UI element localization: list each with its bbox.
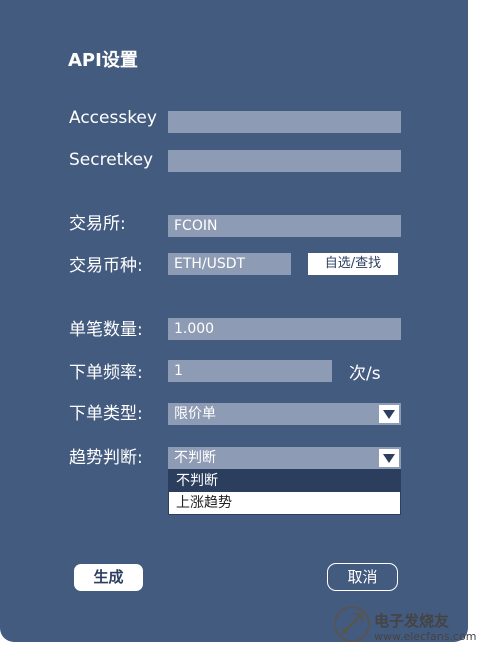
watermark-brand: 电子发烧友: [374, 612, 450, 630]
api-settings-panel: API设置 Accesskey Secretkey 交易所: FCOIN 交易币…: [0, 0, 468, 642]
frequency-input[interactable]: 1: [168, 360, 332, 382]
secretkey-label: Secretkey: [69, 150, 154, 170]
pair-search-button[interactable]: 自选/查找: [308, 253, 398, 275]
order-type-value: 限价单: [174, 406, 216, 422]
elecfans-logo-icon: [334, 606, 370, 642]
page-title: API设置: [68, 50, 138, 71]
exchange-input[interactable]: FCOIN: [168, 215, 401, 237]
frequency-label: 下单频率:: [69, 363, 143, 383]
quantity-input[interactable]: 1.000: [168, 318, 401, 340]
accesskey-input[interactable]: [168, 111, 401, 133]
trend-label: 趋势判断:: [69, 448, 143, 468]
trend-option-uptrend[interactable]: 上涨趋势: [169, 492, 400, 514]
trend-select[interactable]: 不判断: [168, 447, 401, 469]
pair-label: 交易币种:: [69, 256, 143, 276]
cancel-button[interactable]: 取消: [327, 563, 398, 591]
frequency-unit: 次/s: [349, 364, 381, 384]
trend-option-none[interactable]: 不判断: [169, 470, 400, 492]
quantity-label: 单笔数量:: [69, 320, 143, 340]
watermark-url: www.elecfans.com: [374, 630, 477, 643]
order-type-select[interactable]: 限价单: [168, 403, 401, 425]
trend-dropdown-menu: 不判断 上涨趋势: [168, 469, 401, 515]
trend-value: 不判断: [174, 450, 216, 466]
chevron-down-icon[interactable]: [379, 405, 399, 423]
chevron-down-icon[interactable]: [379, 449, 399, 467]
order-type-label: 下单类型:: [69, 404, 143, 424]
pair-input[interactable]: ETH/USDT: [168, 253, 291, 275]
exchange-label: 交易所:: [69, 214, 126, 234]
accesskey-label: Accesskey: [69, 108, 157, 128]
secretkey-input[interactable]: [168, 150, 401, 172]
generate-button[interactable]: 生成: [74, 564, 143, 591]
